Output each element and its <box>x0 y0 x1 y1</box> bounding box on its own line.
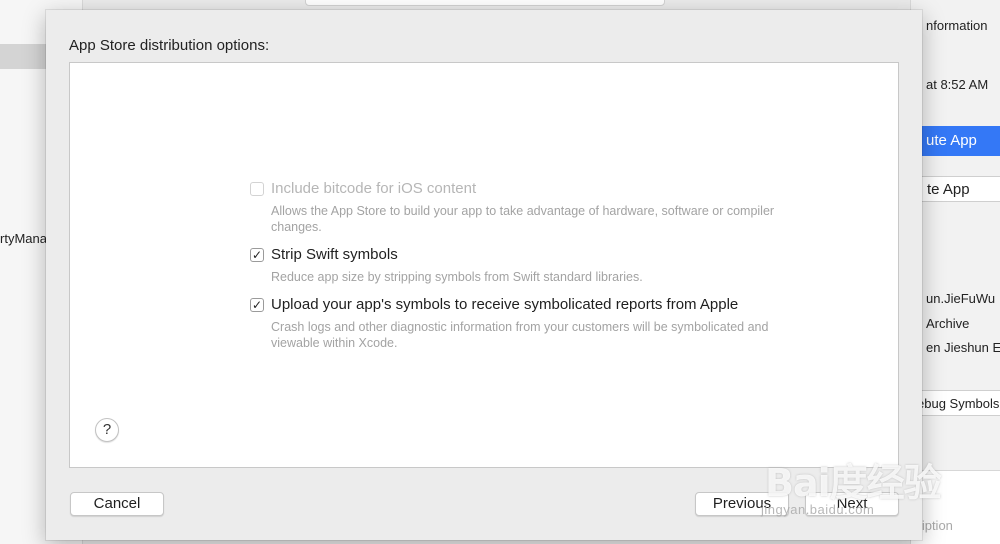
background-left-row-text: rtyMana <box>0 231 47 246</box>
background-right-pane: nformation at 8:52 AM ute App te App un.… <box>910 0 1000 544</box>
background-identifier-text: un.JieFuWu <box>926 291 996 306</box>
background-time-label: at 8:52 AM <box>926 77 989 92</box>
upload-symbols-checkbox[interactable]: ✓ <box>250 298 264 312</box>
previous-button[interactable]: Previous <box>695 492 789 516</box>
help-button[interactable]: ? <box>95 418 119 442</box>
background-distribute-app-button: ute App <box>911 126 1000 156</box>
strip-swift-symbols-description: Reduce app size by stripping symbols fro… <box>271 270 643 284</box>
background-type-text: Archive <box>926 316 970 331</box>
bitcode-label: Include bitcode for iOS content <box>271 180 477 197</box>
next-button[interactable]: Next <box>805 492 899 516</box>
upload-symbols-label: Upload your app's symbols to receive sym… <box>271 296 739 313</box>
background-debug-symbols-field: ebug Symbols <box>911 390 1000 416</box>
cancel-button[interactable]: Cancel <box>70 492 164 516</box>
options-panel: Include bitcode for iOS content Allows t… <box>69 62 899 468</box>
strip-swift-symbols-checkbox[interactable]: ✓ <box>250 248 264 262</box>
bitcode-description: Allows the App Store to build your app t… <box>271 204 775 234</box>
strip-swift-symbols-label: Strip Swift symbols <box>271 246 398 263</box>
background-team-text: en Jieshun El <box>926 340 1000 355</box>
bitcode-checkbox[interactable] <box>250 182 264 196</box>
upload-symbols-description: Crash logs and other diagnostic informat… <box>271 320 769 350</box>
background-validate-app-button: te App <box>911 176 1000 202</box>
distribution-options-sheet: App Store distribution options: Include … <box>46 10 922 540</box>
background-search-field <box>305 0 665 6</box>
sheet-title: App Store distribution options: <box>69 37 270 54</box>
background-information-label: nformation <box>926 18 988 33</box>
